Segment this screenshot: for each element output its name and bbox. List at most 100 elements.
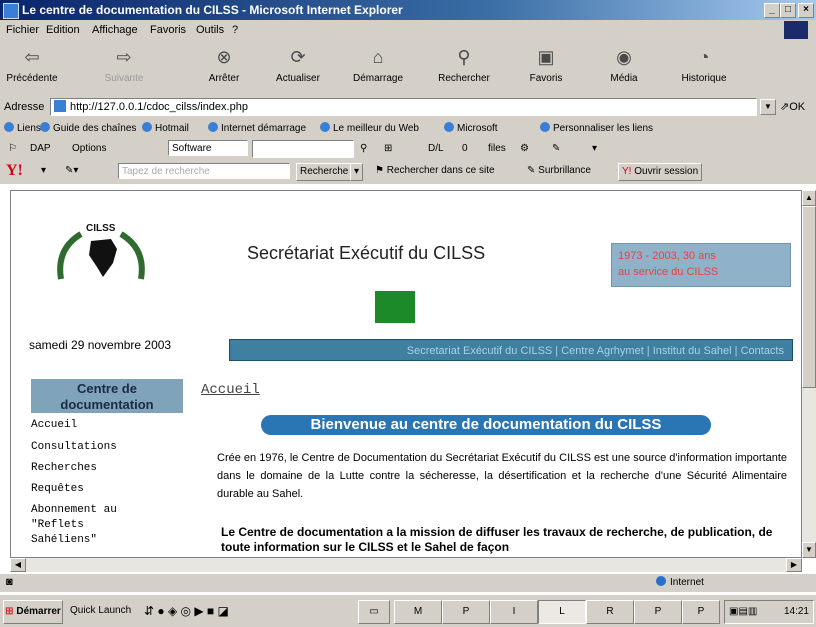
address-bar: Adresse http://127.0.0.1/cdoc_cilss/inde… [0,96,816,118]
clock: 14:21 [783,606,809,617]
forward-button[interactable]: ⇨ Suivante [96,43,152,91]
maximize-button[interactable]: □ [780,3,796,18]
dap-logo-icon: ⚐ [8,143,17,154]
welcome-banner: Bienvenue au centre de documentation du … [261,415,711,435]
home-icon: ⌂ [372,47,384,67]
sidebar-item-accueil[interactable]: Accueil [31,419,77,431]
highlighter-icon[interactable]: ✎ [552,143,560,154]
sidebar-item-consultations[interactable]: Consultations [31,441,117,453]
link-internet-demarrage[interactable]: Internet démarrage [208,122,306,134]
tray-icons[interactable]: ▣▤▥ [729,606,757,617]
menu-tools[interactable]: Outils [196,24,224,36]
taskbar-item-i[interactable]: I [490,600,538,624]
security-zone: Internet [656,576,704,588]
menu-file[interactable]: Fichier [6,24,39,36]
page-icon [54,100,66,112]
taskbar-item-p3[interactable]: P [682,600,720,624]
yahoo-pen-icon[interactable]: ✎▾ [62,163,81,179]
yahoo-search-button[interactable]: Recherche [296,163,353,181]
dap-more-icon[interactable]: ▾ [592,143,597,154]
close-button[interactable]: × [798,3,814,18]
sidebar-item-reflets[interactable]: "Reflets [31,519,84,531]
favorites-button[interactable]: ▣ Favoris [518,43,574,91]
stop-button[interactable]: ⊗ Arrêter [196,43,252,91]
scroll-thumb[interactable] [802,206,816,388]
badge-line-2: au service du CILSS [618,266,719,278]
taskbar: ⊞ Démarrer Quick Launch ⇵ ● ◈ ◎ ▶ ■ ◪ ▭ … [0,594,816,627]
address-label: Adresse [4,101,45,113]
taskbar-item-r[interactable]: R [586,600,634,624]
yahoo-search-dropdown[interactable]: ▾ [350,163,364,181]
taskbar-item-p2[interactable]: P [634,600,682,624]
menu-edit[interactable]: Edition [46,24,80,36]
history-button[interactable]: ◔ Historique [676,43,732,91]
page-status-icon: ◙ [6,576,13,588]
page-date: samedi 29 novembre 2003 [29,338,172,352]
software-select[interactable]: Software [168,140,248,156]
go-arrow-icon: ⇗ [780,101,790,113]
links-bar: Liens Guide des chaînes Hotmail Internet… [0,118,816,138]
vertical-scrollbar[interactable]: ▲ ▼ [802,190,816,558]
yahoo-highlight-button[interactable]: ✎ Surbrillance [524,163,594,179]
dap-toolbar: ⚐ DAP Options Software ⚲ ⊞ D/L 0 files ⚙… [0,138,816,160]
scroll-up-icon[interactable]: ▲ [802,190,816,206]
link-microsoft[interactable]: Microsoft [444,122,498,134]
dap-search-input[interactable] [252,140,354,158]
taskbar-item-l-active[interactable]: L [538,600,586,624]
sidebar-item-abonnement[interactable]: Abonnement au [31,504,117,516]
dap-options-button[interactable]: Options [72,143,106,154]
search-button[interactable]: ⚲ Rechercher [436,43,492,91]
yahoo-site-search-button[interactable]: ⚑ Rechercher dans ce site [372,163,498,179]
yahoo-logo-icon[interactable]: Y! [6,162,23,180]
window-title: Le centre de documentation du CILSS - Mi… [22,3,403,17]
site-search-icon: ⚑ [375,165,387,176]
refresh-button[interactable]: ⟳ Actualiser [270,43,326,91]
sidebar-item-recherches[interactable]: Recherches [31,462,97,474]
address-input[interactable]: http://127.0.0.1/cdoc_cilss/index.php [50,98,757,116]
sidebar-item-saheliens[interactable]: Sahéliens" [31,534,97,546]
taskbar-item-explorer[interactable]: ▭ [358,600,390,624]
menu-view[interactable]: Affichage [92,24,138,36]
windows-logo-icon [784,21,808,39]
dap-grid-icon[interactable]: ⊞ [384,143,392,154]
link-hotmail[interactable]: Hotmail [142,122,189,134]
scroll-down-icon[interactable]: ▼ [802,542,816,558]
yahoo-open-session-button[interactable]: Y! Ouvrir session [618,163,703,181]
system-tray: ▣▤▥ 14:21 [724,600,814,624]
back-button[interactable]: ⇦ Précédente [4,43,60,91]
intro-paragraph: Crée en 1976, le Centre de Documentation… [217,452,787,500]
quick-launch-icons[interactable]: ⇵ ● ◈ ◎ ▶ ■ ◪ [144,604,229,618]
files-label: files [488,143,506,154]
address-dropdown-button[interactable]: ▼ [760,99,776,115]
section-title: Accueil [201,382,260,398]
link-personnaliser[interactable]: Personnaliser les liens [540,122,653,134]
dap-tool-icon[interactable]: ⚙ [520,143,529,154]
menu-help[interactable]: ? [232,24,238,36]
stop-icon: ⊗ [216,47,232,67]
scroll-left-icon[interactable]: ◀ [10,558,26,572]
minimize-button[interactable]: _ [764,3,780,18]
sidebar-item-requetes[interactable]: Requêtes [31,483,84,495]
title-bar[interactable]: Le centre de documentation du CILSS - Mi… [0,0,816,20]
status-bar: ◙ Internet [0,574,816,592]
link-guide-chaines[interactable]: Guide des chaînes [40,122,136,134]
link-meilleur-web[interactable]: Le meilleur du Web [320,122,419,134]
go-button[interactable]: ⇗OK [780,100,805,113]
horizontal-scrollbar[interactable]: ◀ ▶ [10,558,802,572]
menu-favorites[interactable]: Favoris [150,24,186,36]
dap-search-icon[interactable]: ⚲ [360,143,367,154]
taskbar-item-p1[interactable]: P [442,600,490,624]
back-arrow-icon: ⇦ [24,47,40,67]
media-button[interactable]: ◉ Média [596,43,652,91]
taskbar-item-m[interactable]: M [394,600,442,624]
start-button[interactable]: ⊞ Démarrer [3,600,63,624]
site-navigation[interactable]: Secretariat Exécutif du CILSS | Centre A… [229,339,793,361]
scroll-right-icon[interactable]: ▶ [786,558,802,572]
yahoo-search-input[interactable]: Tapez de recherche [118,163,290,179]
yahoo-menu-icon[interactable]: ▾ [38,163,49,179]
standard-toolbar: ⇦ Précédente ⇨ Suivante ⊗ Arrêter ⟳ Actualis… [0,40,816,96]
home-button[interactable]: ⌂ Démarrage [350,43,406,91]
dap-button[interactable]: DAP [30,143,51,154]
mission-paragraph: Le Centre de documentation a la mission … [221,525,773,554]
forward-arrow-icon: ⇨ [116,47,132,67]
